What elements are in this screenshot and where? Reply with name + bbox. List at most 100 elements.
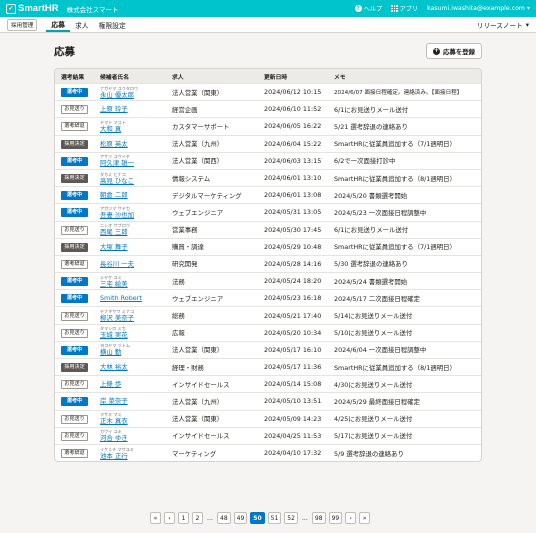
candidate-name-link[interactable]: 阿久津 雄一 <box>100 159 169 167</box>
table-row[interactable]: 選考辞退 長谷川 一夫 研究開発 2024/05/28 14:16 5/30 選考辞退の… <box>55 254 481 272</box>
updated-at-cell: 2024/05/29 10:48 <box>264 242 322 251</box>
first-page-button[interactable]: « <box>150 512 161 524</box>
user-menu[interactable]: kasumi.iwashita@example.com ▾ <box>427 5 530 12</box>
job-cell: 法人営業（九州） <box>172 140 224 149</box>
table-row[interactable]: 選考辞退 イケミチ マサユキ 池本 正行 マーケティング 2024/04/10 17:3… <box>55 443 481 461</box>
table-row[interactable]: 選考中 アガツマ サヤカ 吾妻 沙也加 ウェブエンジニア 2024/05/31 13:0… <box>55 203 481 220</box>
page-button[interactable]: 48 <box>217 512 231 524</box>
table-row[interactable]: 選考中 ミヤケ ユミ 三宅 絵美 法務 2024/05/24 18:20 2024/5/2… <box>55 272 481 289</box>
column-header-memo[interactable]: メモ <box>331 72 481 81</box>
tab-permissions[interactable]: 権限設定 <box>94 17 131 32</box>
updated-at-cell: 2024/05/24 18:20 <box>264 277 322 286</box>
candidate-cell: ニシオ サブロウ 西尾 三郎 <box>93 223 169 236</box>
status-cell: 選考辞退 <box>55 259 93 269</box>
job-cell: 法人営業（九州） <box>172 397 224 406</box>
table-row[interactable]: お見送り ニシオ サブロウ 西尾 三郎 営業事務 2024/05/30 17:45 6/1… <box>55 220 481 238</box>
memo-cell: 4/25にお見送りメール送付 <box>334 415 413 424</box>
page-button[interactable]: 51 <box>267 512 282 524</box>
status-badge: 選考中 <box>61 88 88 98</box>
candidate-name-link[interactable]: 岸 菜奈子 <box>100 397 169 405</box>
candidate-name-link[interactable]: 高見 ひなこ <box>100 177 169 185</box>
candidate-name-link[interactable]: 大和 真 <box>100 125 169 133</box>
candidate-name-link[interactable]: 朝倉 二郎 <box>100 191 169 199</box>
candidate-name-link[interactable]: 大塚 舞子 <box>100 243 169 251</box>
column-header-name[interactable]: 候補者氏名 <box>93 72 169 81</box>
table-row[interactable]: お見送り 上條 歩インサイドセールス 2024/05/14 15:08 4/30にお見… <box>55 375 481 392</box>
column-header-updated[interactable]: 更新日時 <box>261 72 331 81</box>
job-cell: ウェブエンジニア <box>172 294 224 303</box>
updated-at-cell: 2024/05/17 11:36 <box>264 363 322 372</box>
last-page-button[interactable]: » <box>359 512 371 524</box>
tab-jobs[interactable]: 求人 <box>70 17 94 32</box>
candidate-name-link[interactable]: 長谷川 一夫 <box>100 260 169 268</box>
table-row[interactable]: 採用決定 松原 英太 法人営業（九州） 2024/06/04 15:22 SmartHR… <box>55 134 481 152</box>
memo-cell: 6/2で一次面接打診中 <box>334 157 396 166</box>
candidate-name-link[interactable]: 大林 裕太 <box>100 363 169 371</box>
app-name-tag: 採用管理 <box>7 18 38 31</box>
status-badge: お見送り <box>61 225 88 235</box>
table-row[interactable]: お見送り マサキ マミ 正木 真衣 法人営業（関東） 2024/05/09 14:23 4… <box>55 409 481 427</box>
candidate-name-link[interactable]: 河合 ゆき <box>100 434 169 442</box>
prev-page-button[interactable]: ‹ <box>164 512 175 524</box>
candidate-name-link[interactable]: 玉城 実花 <box>100 331 169 339</box>
job-cell: 法人営業（関東） <box>172 346 224 355</box>
candidate-name-link[interactable]: 永山 優太郎 <box>100 91 169 99</box>
table-row[interactable]: お見送り カワイ ユキ 河合 ゆき インサイドセールス 2024/04/25 11:53… <box>55 426 481 444</box>
candidate-name-link[interactable]: 松原 英太 <box>100 140 169 148</box>
table-row[interactable]: 採用決定 大林 裕太 経理・財務 2024/05/17 11:36 SmartHRに従業… <box>55 358 481 375</box>
table-row[interactable]: お見送り 上原 玲子 経営企画 2024/06/10 11:52 6/1にお見送りメール… <box>55 100 481 117</box>
table-row[interactable]: 選考中 岸 菜奈子 法人営業（九州） 2024/05/10 13:51 2024/5/2… <box>55 392 481 409</box>
table-row[interactable]: 選考中 ヨコヤマ ツトム 横山 勤法人営業（関東） 2024/05/17 16:10 2… <box>55 340 481 358</box>
status-badge: 採用決定 <box>61 363 88 373</box>
status-badge: お見送り <box>61 328 88 338</box>
candidate-name-link[interactable]: 上條 歩 <box>100 380 169 388</box>
add-application-button[interactable]: + 応募を登録 <box>426 43 482 59</box>
status-badge: 採用決定 <box>61 174 88 184</box>
candidate-name-link[interactable]: 柳沢 美奈子 <box>100 314 169 322</box>
job-cell: 法人営業（関東） <box>172 88 224 97</box>
page-button[interactable]: 52 <box>284 512 298 524</box>
candidate-name-link[interactable]: 横山 勤 <box>100 348 169 356</box>
help-link[interactable]: ? ヘルプ <box>354 4 382 13</box>
memo-cell: 2024/5/20 書類選考開始 <box>334 191 408 200</box>
candidate-name-link[interactable]: 池本 正行 <box>100 452 169 460</box>
pagination-ellipsis: … <box>301 514 308 522</box>
candidate-name-link[interactable]: 三宅 絵美 <box>100 280 169 288</box>
status-badge: 採用決定 <box>61 242 88 252</box>
candidate-name-link[interactable]: Smith Robert <box>100 294 169 302</box>
candidate-name-link[interactable]: 西尾 三郎 <box>100 228 169 236</box>
page-button[interactable]: 50 <box>250 512 265 524</box>
page-button[interactable]: 99 <box>328 512 343 524</box>
smarthr-logo[interactable]: ✓ SmartHR <box>6 3 59 14</box>
memo-cell: 5/17にお見送りメール送付 <box>334 432 413 441</box>
status-badge: 選考辞退 <box>61 122 88 132</box>
status-cell: 採用決定 <box>55 242 93 252</box>
table-row[interactable]: お見送り ヤナギサワ ミナコ 柳沢 美奈子 総務 2024/05/21 17:40 5/1… <box>55 306 481 323</box>
table-row[interactable]: 選考中 朝倉 二郎 デジタルマーケティング 2024/06/01 13:08 2024/… <box>55 186 481 203</box>
page-button[interactable]: 2 <box>192 512 203 524</box>
release-notes-menu[interactable]: リリースノート ▾ <box>477 17 529 32</box>
memo-cell: SmartHRに従業員追加する（8/1週明日） <box>334 174 456 183</box>
column-header-status[interactable]: 選考結果 <box>55 72 93 81</box>
table-row[interactable]: 採用決定 タカミ ヒナコ 高見 ひなこ 情報システム 2024/06/01 13:10 S… <box>55 168 481 186</box>
candidate-name-link[interactable]: 吾妻 沙也加 <box>100 211 169 219</box>
table-row[interactable]: 選考辞退 ヤマト マコト 大和 真カスタマーサポート 2024/06/05 16:22… <box>55 117 481 134</box>
candidate-name-link[interactable]: 正木 真衣 <box>100 417 169 425</box>
table-row[interactable]: 選考中 Smith Robert ウェブエンジニア 2024/05/23 16:18 2… <box>55 289 481 306</box>
table-row[interactable]: 選考中 ナガヤマ ユウタロウ 永山 優太郎 法人営業（関東） 2024/06/12 10… <box>55 83 481 100</box>
job-cell: 情報システム <box>172 174 211 183</box>
updated-at-cell: 2024/06/01 13:10 <box>264 174 322 183</box>
tab-applications[interactable]: 応募 <box>46 17 70 32</box>
page-button[interactable]: 49 <box>233 512 248 524</box>
table-row[interactable]: 選考中 アサツ ユウイチ 阿久津 雄一 法人営業（関西） 2024/06/03 13:1… <box>55 151 481 169</box>
chevron-down-icon: ▾ <box>526 5 530 12</box>
apps-label: アプリ <box>399 6 419 13</box>
next-page-button[interactable]: › <box>345 512 357 524</box>
column-header-job[interactable]: 求人 <box>169 72 261 81</box>
table-row[interactable]: お見送り タマシロ ミカ 玉城 実花 広報 2024/05/20 10:34 5/10にお… <box>55 323 481 341</box>
page-button[interactable]: 98 <box>311 512 326 524</box>
table-row[interactable]: 採用決定 大塚 舞子 購買・調達 2024/05/29 10:48 SmartHRに従業… <box>55 237 481 255</box>
candidate-name-link[interactable]: 上原 玲子 <box>100 105 169 113</box>
page-button[interactable]: 1 <box>178 512 189 524</box>
apps-menu[interactable]: アプリ <box>391 4 418 13</box>
